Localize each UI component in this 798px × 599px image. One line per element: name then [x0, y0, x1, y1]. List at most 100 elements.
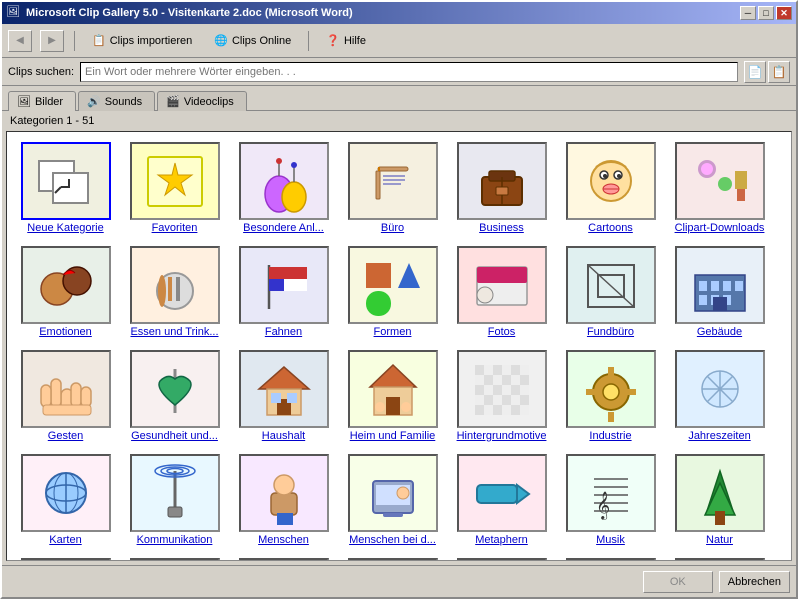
category-item-buero[interactable]: Büro: [340, 140, 445, 236]
category-item-clipart-downloads[interactable]: Clipart-Downloads: [667, 140, 772, 236]
sounds-tab-label: Sounds: [105, 96, 142, 108]
category-item-gebaeude[interactable]: Gebäude: [667, 244, 772, 340]
category-item-menschen-bei[interactable]: Menschen bei d...: [340, 452, 445, 548]
category-item-row5-3[interactable]: 🌸...: [231, 556, 336, 560]
category-label-hintergrundmotive: Hintergrundmotive: [457, 430, 547, 442]
search-bar: Clips suchen: 📄 📋: [2, 58, 796, 86]
svg-text:𝄞: 𝄞: [596, 492, 610, 520]
category-label-kommunikation: Kommunikation: [137, 534, 213, 546]
search-paste-button[interactable]: 📋: [768, 61, 790, 83]
category-label-buero: Büro: [381, 222, 404, 234]
maximize-button[interactable]: □: [758, 6, 774, 20]
toolbar: ◀ ▶ 📋 Clips importieren 🌐 Clips Online ❓…: [2, 24, 796, 58]
bilder-tab-label: Bilder: [35, 96, 63, 108]
back-button[interactable]: ◀: [8, 30, 32, 52]
category-item-formen[interactable]: Formen: [340, 244, 445, 340]
category-item-neue-kategorie[interactable]: Neue Kategorie: [13, 140, 118, 236]
category-label-essen-und-trinken: Essen und Trink...: [130, 326, 218, 338]
category-label-gebaeude: Gebäude: [697, 326, 742, 338]
category-label-fundbuero: Fundbüro: [587, 326, 634, 338]
category-label-menschen: Menschen: [258, 534, 309, 546]
category-label-gesten: Gesten: [48, 430, 83, 442]
category-label-industrie: Industrie: [589, 430, 631, 442]
category-item-besondere-anlaesse[interactable]: Besondere Anl...: [231, 140, 336, 236]
category-item-business[interactable]: Business: [449, 140, 554, 236]
ok-button[interactable]: OK: [643, 571, 713, 593]
title-bar: 🖼 Microsoft Clip Gallery 5.0 - Visitenka…: [2, 2, 796, 24]
sounds-tab-icon: 🔊: [87, 95, 101, 108]
category-item-row5-7[interactable]: 🖤...: [667, 556, 772, 560]
category-label-metaphern: Metaphern: [475, 534, 528, 546]
videoclips-tab-icon: 🎬: [166, 95, 180, 108]
category-item-row5-2[interactable]: 🔴...: [122, 556, 227, 560]
clips-online-label: Clips Online: [232, 35, 291, 47]
category-item-row5-1[interactable]: 🌿...: [13, 556, 118, 560]
category-item-kommunikation[interactable]: Kommunikation: [122, 452, 227, 548]
tab-sounds[interactable]: 🔊 Sounds: [78, 91, 155, 111]
category-item-essen-und-trinken[interactable]: Essen und Trink...: [122, 244, 227, 340]
content-area: Neue Kategorie Favoriten Besondere Anl..…: [6, 131, 792, 561]
tab-bilder[interactable]: 🖼 Bilder: [8, 91, 76, 111]
search-input[interactable]: [80, 62, 738, 82]
category-item-row5-5[interactable]: 🎭...: [449, 556, 554, 560]
category-count: Kategorien 1 - 51: [10, 115, 94, 127]
cancel-button[interactable]: Abbrechen: [719, 571, 790, 593]
search-label: Clips suchen:: [8, 66, 74, 78]
category-label-favoriten: Favoriten: [152, 222, 198, 234]
category-label-heim-und-familie: Heim und Familie: [350, 430, 436, 442]
tab-videoclips[interactable]: 🎬 Videoclips: [157, 91, 247, 111]
app-icon: 🖼: [6, 5, 22, 21]
category-item-fotos[interactable]: Fotos: [449, 244, 554, 340]
close-button[interactable]: ✕: [776, 6, 792, 20]
category-item-metaphern[interactable]: Metaphern: [449, 452, 554, 548]
clips-online-icon: 🌐: [214, 34, 228, 47]
category-bar: Kategorien 1 - 51: [2, 111, 796, 131]
minimize-button[interactable]: ─: [740, 6, 756, 20]
category-item-gesundheit[interactable]: Gesundheit und...: [122, 348, 227, 444]
category-item-fahnen[interactable]: Fahnen: [231, 244, 336, 340]
category-label-gesundheit: Gesundheit und...: [131, 430, 218, 442]
category-item-row5-6[interactable]: 🔵...: [558, 556, 663, 560]
category-item-fundbuero[interactable]: Fundbüro: [558, 244, 663, 340]
clips-import-button[interactable]: 📋 Clips importieren: [85, 31, 199, 50]
window-title: Microsoft Clip Gallery 5.0 - Visitenkart…: [26, 7, 740, 19]
clips-import-label: Clips importieren: [110, 35, 193, 47]
forward-button[interactable]: ▶: [40, 30, 64, 52]
bilder-tab-icon: 🖼: [17, 95, 31, 108]
main-window: 🖼 Microsoft Clip Gallery 5.0 - Visitenka…: [0, 0, 798, 599]
category-label-business: Business: [479, 222, 524, 234]
category-label-fotos: Fotos: [488, 326, 516, 338]
category-item-musik[interactable]: 𝄞 Musik: [558, 452, 663, 548]
category-item-hintergrundmotive[interactable]: Hintergrundmotive: [449, 348, 554, 444]
search-copy-button[interactable]: 📄: [744, 61, 766, 83]
category-item-emotionen[interactable]: Emotionen: [13, 244, 118, 340]
clips-online-button[interactable]: 🌐 Clips Online: [207, 31, 298, 50]
category-item-industrie[interactable]: Industrie: [558, 348, 663, 444]
category-label-emotionen: Emotionen: [39, 326, 92, 338]
videoclips-tab-label: Videoclips: [184, 96, 234, 108]
category-label-karten: Karten: [49, 534, 81, 546]
category-item-natur[interactable]: Natur: [667, 452, 772, 548]
category-grid: Neue Kategorie Favoriten Besondere Anl..…: [7, 132, 791, 560]
category-item-haushalt[interactable]: Haushalt: [231, 348, 336, 444]
clips-import-icon: 📋: [92, 34, 106, 47]
tabs-row: 🖼 Bilder 🔊 Sounds 🎬 Videoclips: [2, 86, 796, 111]
category-item-menschen[interactable]: Menschen: [231, 452, 336, 548]
category-item-heim-und-familie[interactable]: Heim und Familie: [340, 348, 445, 444]
category-item-gesten[interactable]: Gesten: [13, 348, 118, 444]
category-item-favoriten[interactable]: Favoriten: [122, 140, 227, 236]
category-item-cartoons[interactable]: Cartoons: [558, 140, 663, 236]
category-item-jahreszeiten[interactable]: Jahreszeiten: [667, 348, 772, 444]
category-label-cartoons: Cartoons: [588, 222, 633, 234]
category-label-jahreszeiten: Jahreszeiten: [688, 430, 750, 442]
search-buttons: 📄 📋: [744, 61, 790, 83]
toolbar-separator-1: [74, 31, 75, 51]
toolbar-separator-2: [308, 31, 309, 51]
category-item-row5-4[interactable]: 📦...: [340, 556, 445, 560]
category-label-natur: Natur: [706, 534, 733, 546]
category-label-haushalt: Haushalt: [262, 430, 305, 442]
category-label-fahnen: Fahnen: [265, 326, 302, 338]
help-button[interactable]: ❓ Hilfe: [319, 31, 373, 50]
title-bar-buttons: ─ □ ✕: [740, 6, 792, 20]
category-item-karten[interactable]: Karten: [13, 452, 118, 548]
